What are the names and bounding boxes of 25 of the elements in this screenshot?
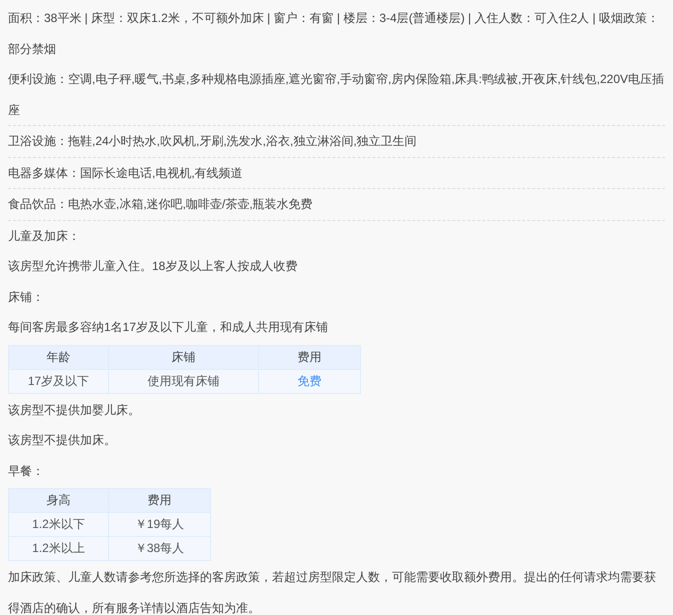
column-header: 费用: [108, 488, 210, 512]
info-text: 该房型不提供加婴儿床。: [8, 402, 141, 418]
table-cell: 17岁及以下: [8, 369, 108, 393]
info-text: 面积：38平米 | 床型：双床1.2米，不可额外加床 | 窗户：有窗 | 楼层：3-4层(普通楼层) | 入住人数：可入住2人 | 吸烟政策：部分禁烟: [8, 10, 660, 58]
facility-text: 卫浴设施：拖鞋,24小时热水,吹风机,牙刷,洗发水,浴衣,独立淋浴间,独立卫生间: [8, 126, 665, 158]
facility-text: 电器多媒体：国际长途电话,电视机,有线频道: [8, 158, 665, 189]
facility-text: 便利设施：空调,电子秤,暖气,书桌,多种规格电源插座,遮光窗帘,手动窗帘,房内保险箱,床具:鸭绒被,开夜床,针线包,220V电压插座: [8, 64, 665, 126]
info-text: 早餐：: [8, 462, 45, 480]
table-cell: 1.2米以上: [8, 536, 108, 560]
table-cell: 免费: [258, 369, 360, 393]
column-header: 年龄: [8, 345, 108, 369]
table-cell: ￥19每人: [108, 512, 210, 536]
info-text: 加床政策、儿童人数请参考您所选择的客房政策，若超过房型限定人数，可能需要收取额外费用。提出的任何请求均需要获得酒店的确认，所有服务详情以酒店告知为准。: [8, 569, 657, 615]
info-text: 每间客房最多容纳1名17岁及以下儿童，和成人共用现有床铺: [8, 319, 330, 336]
info-text: 床铺：: [8, 288, 45, 306]
table-cell: 使用现有床铺: [108, 369, 258, 393]
column-header: 费用: [258, 345, 360, 369]
info-text: 该房型不提供加床。: [8, 432, 117, 449]
info-text: 儿童及加床：: [8, 228, 81, 244]
table-cell: 1.2米以下: [8, 512, 108, 536]
column-header: 床铺: [108, 345, 258, 369]
table-cell: ￥38每人: [108, 536, 210, 560]
facility-text: 食品饮品：电热水壶,冰箱,迷你吧,咖啡壶/茶壶,瓶装水免费: [8, 189, 665, 220]
column-header: 身高: [8, 488, 108, 512]
info-text: 该房型允许携带儿童入住。18岁及以上客人按成人收费: [8, 258, 298, 275]
